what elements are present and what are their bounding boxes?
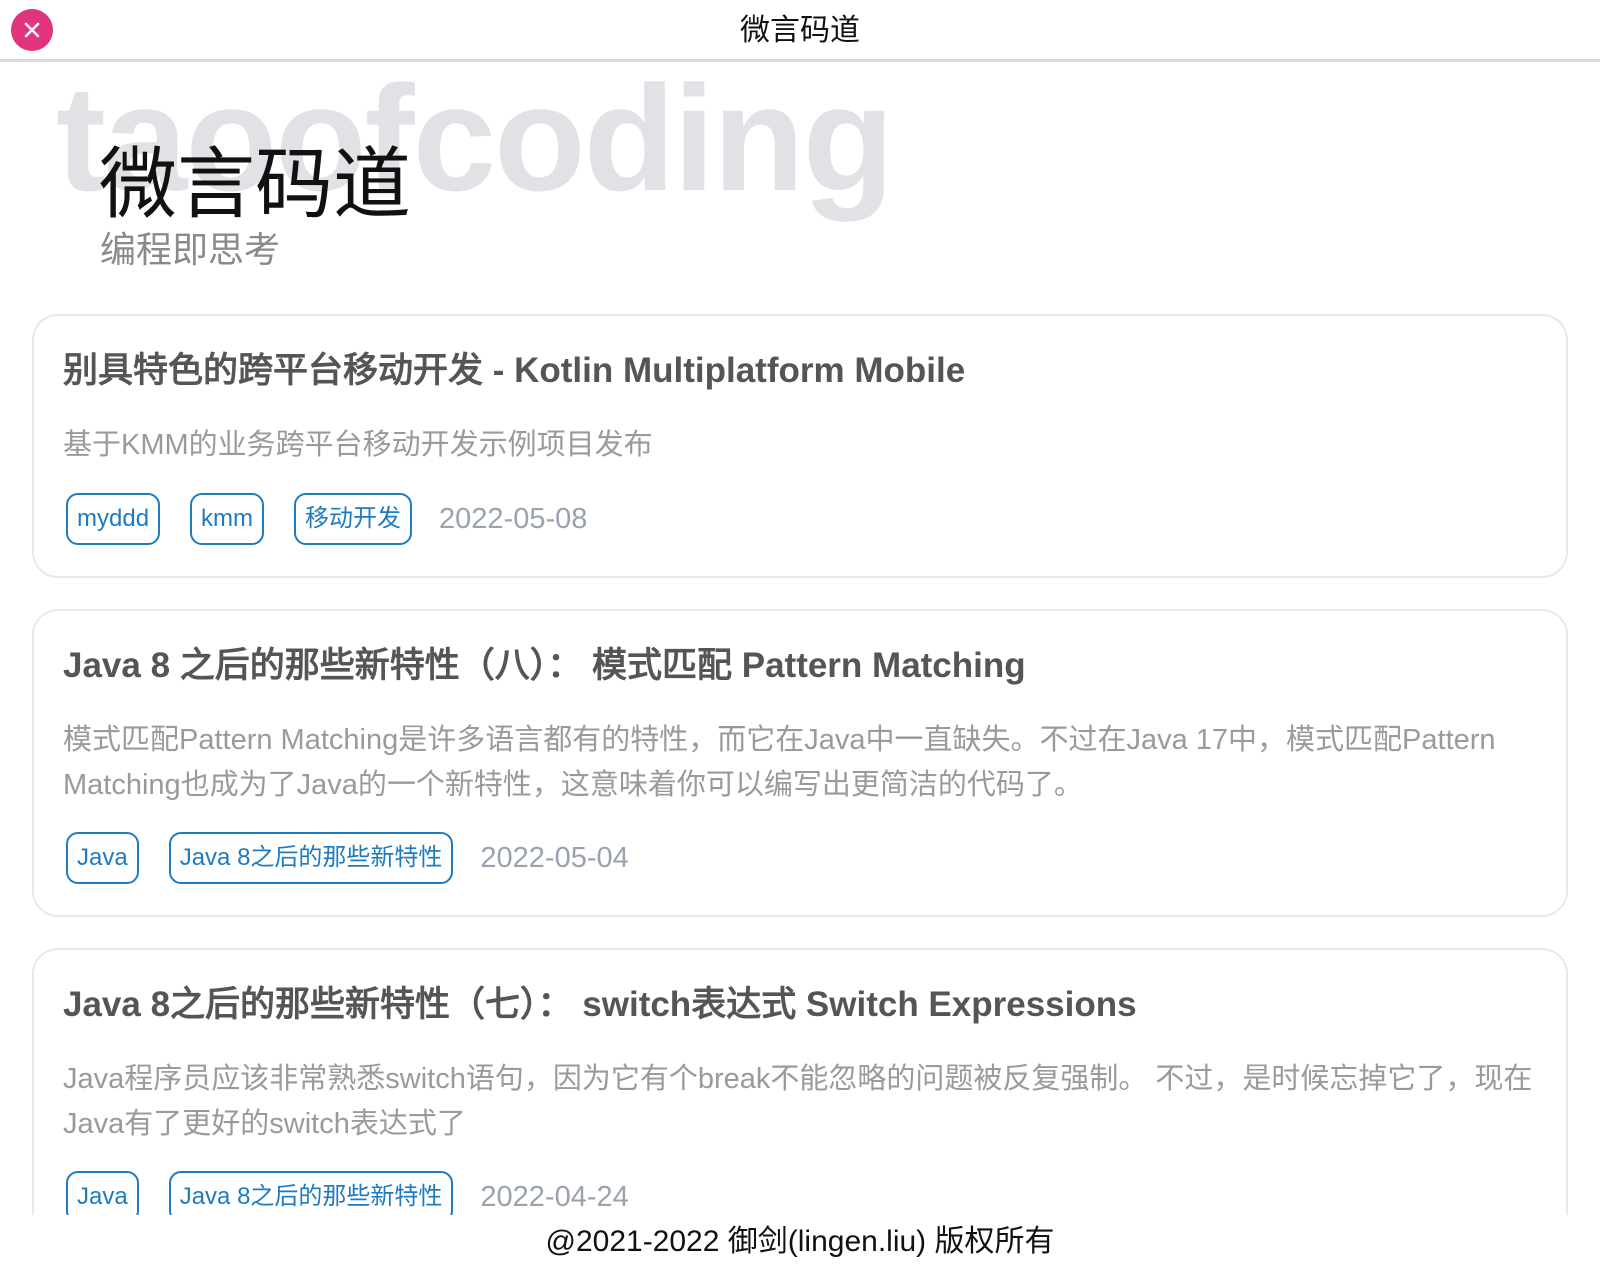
close-icon bbox=[24, 22, 40, 38]
copyright-text: @2021-2022 御剑(lingen.liu) 版权所有 bbox=[545, 1225, 1055, 1258]
post-date: 2022-05-08 bbox=[439, 502, 588, 535]
app-window: 微言码道 taoofcoding 微言码道 编程即思考 别具特色的跨平台移动开发… bbox=[0, 0, 1600, 1280]
tag[interactable]: Java bbox=[66, 832, 139, 884]
blog-content[interactable]: taoofcoding 微言码道 编程即思考 别具特色的跨平台移动开发 - Ko… bbox=[0, 65, 1600, 1215]
post-meta: Java Java 8之后的那些新特性 2022-05-04 bbox=[66, 832, 629, 884]
post-summary: Java程序员应该非常熟悉switch语句，因为它有个break不能忽略的问题被… bbox=[63, 1063, 1533, 1140]
tag[interactable]: 移动开发 bbox=[294, 493, 413, 545]
hero-header: taoofcoding 微言码道 编程即思考 bbox=[0, 65, 1600, 320]
post-card[interactable]: Java 8之后的那些新特性（七）： switch表达式 Switch Expr… bbox=[32, 948, 1568, 1215]
title-bar: 微言码道 bbox=[0, 0, 1600, 62]
site-subtitle: 编程即思考 bbox=[100, 229, 281, 270]
post-card[interactable]: Java 8 之后的那些新特性（八）： 模式匹配 Pattern Matchin… bbox=[32, 609, 1568, 917]
post-summary: 模式匹配Pattern Matching是许多语言都有的特性，而它在Java中一… bbox=[63, 724, 1496, 801]
post-title[interactable]: Java 8之后的那些新特性（七）： switch表达式 Switch Expr… bbox=[63, 984, 1137, 1026]
post-meta: myddd kmm 移动开发 2022-05-08 bbox=[66, 493, 587, 545]
post-title[interactable]: Java 8 之后的那些新特性（八）： 模式匹配 Pattern Matchin… bbox=[63, 645, 1026, 687]
window-title: 微言码道 bbox=[740, 14, 860, 47]
post-date: 2022-05-04 bbox=[480, 841, 629, 874]
post-summary: 基于KMM的业务跨平台移动开发示例项目发布 bbox=[63, 429, 653, 461]
post-title[interactable]: 别具特色的跨平台移动开发 - Kotlin Multiplatform Mobi… bbox=[63, 350, 965, 392]
footer: @2021-2022 御剑(lingen.liu) 版权所有 bbox=[0, 1217, 1600, 1280]
post-meta: Java Java 8之后的那些新特性 2022-04-24 bbox=[66, 1171, 629, 1215]
close-button[interactable] bbox=[11, 9, 53, 51]
post-card[interactable]: 别具特色的跨平台移动开发 - Kotlin Multiplatform Mobi… bbox=[32, 314, 1568, 578]
site-title: 微言码道 bbox=[99, 140, 412, 228]
tag[interactable]: Java 8之后的那些新特性 bbox=[168, 1171, 454, 1215]
tag[interactable]: myddd bbox=[66, 493, 161, 545]
tag[interactable]: Java bbox=[66, 1171, 139, 1215]
tag[interactable]: kmm bbox=[190, 493, 265, 545]
tag[interactable]: Java 8之后的那些新特性 bbox=[168, 832, 454, 884]
post-date: 2022-04-24 bbox=[480, 1180, 629, 1213]
